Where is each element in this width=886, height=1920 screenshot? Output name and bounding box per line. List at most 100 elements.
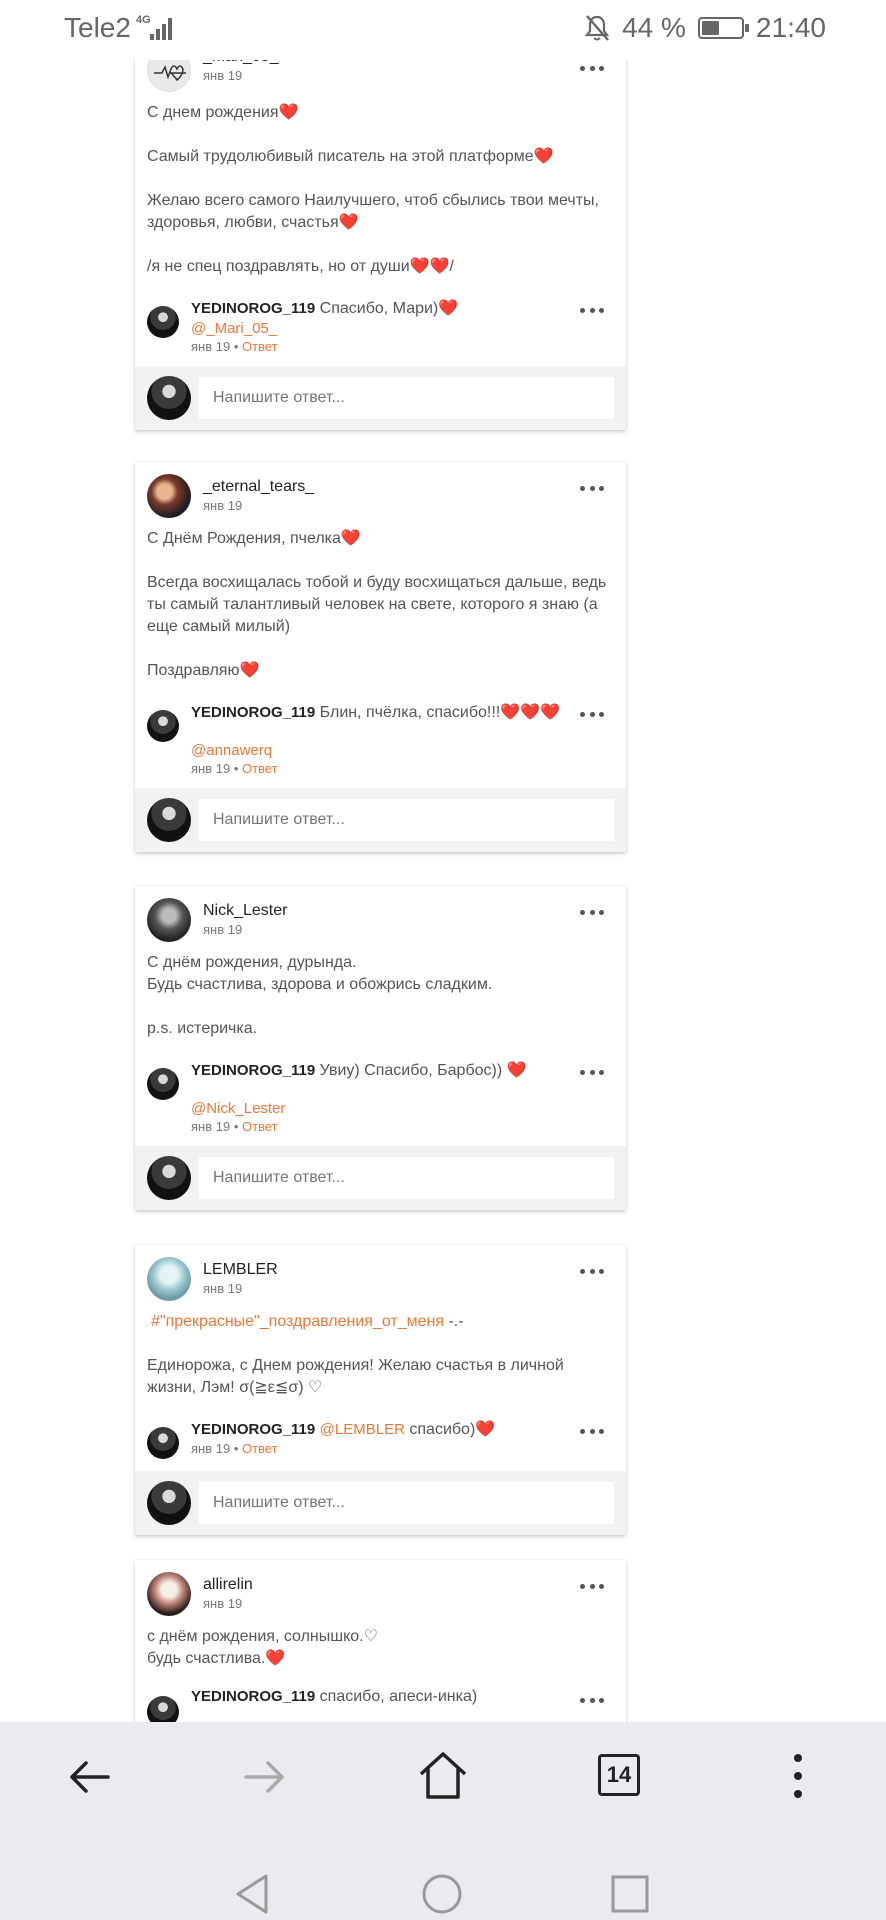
reply-date: янв 19 bbox=[191, 339, 231, 354]
reply-avatar[interactable] bbox=[147, 1068, 179, 1100]
system-back-icon[interactable] bbox=[232, 1872, 272, 1916]
reply-mention[interactable]: @Nick_Lester bbox=[191, 1100, 527, 1117]
reply-text: Блин, пчёлка, спасибо!!!❤️❤️❤️ bbox=[319, 704, 561, 721]
battery-icon bbox=[697, 17, 749, 39]
comment-text: С днем рождения❤️ Самый трудолюбивый пис… bbox=[147, 104, 599, 275]
system-home-icon[interactable] bbox=[420, 1872, 464, 1916]
home-icon[interactable] bbox=[417, 1750, 469, 1802]
current-user-avatar bbox=[147, 376, 191, 420]
author-name[interactable]: _eternal_tears_ bbox=[203, 478, 314, 496]
reply-mention[interactable]: @_Mari_05_ bbox=[191, 320, 458, 337]
more-options-icon[interactable] bbox=[580, 1582, 604, 1590]
comment-card: LEMBLER янв 19 #"прекрасные"_поздравлени… bbox=[135, 1245, 626, 1535]
author-avatar[interactable] bbox=[147, 1257, 191, 1301]
reply: YEDINOROG_119 Увиу) Спасибо, Барбос)) ❤️… bbox=[147, 1060, 612, 1134]
reply-avatar[interactable] bbox=[147, 1696, 179, 1722]
reply-author[interactable]: YEDINOROG_119 bbox=[191, 300, 315, 317]
comment-text: с днём рождения, солнышко.♡ будь счастли… bbox=[147, 1628, 378, 1667]
comment: Nick_Lester янв 19 С днём рождения, дуры… bbox=[135, 886, 626, 1134]
comment-date: янв 19 bbox=[203, 922, 243, 937]
reply-text: Увиу) Спасибо, Барбос)) ❤️ bbox=[319, 1062, 527, 1079]
reply-input[interactable] bbox=[199, 799, 614, 841]
comment-text: С днём рождения, дурында. Будь счастлива… bbox=[147, 954, 493, 1037]
system-recents-icon[interactable] bbox=[610, 1874, 650, 1914]
reply-composer bbox=[135, 366, 626, 430]
reply: YEDINOROG_119 спасибо, апеси-инка) bbox=[147, 1688, 612, 1722]
reply-text: Спасибо, Мари)❤️ bbox=[319, 300, 459, 317]
reply-mention[interactable]: @LEMBLER bbox=[320, 1421, 405, 1438]
reply-text: спасибо, апеси-инка) bbox=[319, 1688, 478, 1705]
author-name[interactable]: Nick_Lester bbox=[203, 902, 287, 920]
comment-card: Nick_Lester янв 19 С днём рождения, дуры… bbox=[135, 886, 626, 1210]
more-options-icon[interactable] bbox=[580, 1427, 604, 1435]
reply-author[interactable]: YEDINOROG_119 bbox=[191, 1688, 315, 1705]
reply: YEDINOROG_119 Блин, пчёлка, спасибо!!!❤️… bbox=[147, 702, 612, 776]
reply-avatar[interactable] bbox=[147, 306, 179, 338]
reply: YEDINOROG_119 Спасибо, Мари)❤️ @_Mari_05… bbox=[147, 298, 612, 354]
mute-bell-icon bbox=[584, 15, 610, 41]
hashtag-link[interactable]: #"прекрасные"_поздравления_от_меня bbox=[151, 1313, 444, 1330]
arrow-right-icon[interactable] bbox=[240, 1752, 290, 1802]
comment: _eternal_tears_ янв 19 С Днём Рождения, … bbox=[135, 462, 626, 776]
reply-mention[interactable]: @annawerq bbox=[191, 742, 560, 759]
comment: LEMBLER янв 19 #"прекрасные"_поздравлени… bbox=[135, 1245, 626, 1459]
more-options-icon[interactable] bbox=[580, 710, 604, 718]
network-type: 4G bbox=[136, 14, 151, 26]
reply-date: янв 19 bbox=[191, 1441, 231, 1456]
reply-input[interactable] bbox=[199, 1157, 614, 1199]
more-options-icon[interactable] bbox=[580, 484, 604, 492]
answer-link[interactable]: Ответ bbox=[242, 339, 278, 354]
reply-input[interactable] bbox=[199, 1482, 614, 1524]
more-options-icon[interactable] bbox=[580, 1267, 604, 1275]
answer-link[interactable]: Ответ bbox=[242, 761, 278, 776]
reply-input[interactable] bbox=[199, 377, 614, 419]
comment-text: С Днём Рождения, пчелка❤️ Всегда восхища… bbox=[147, 530, 607, 679]
comment-date: янв 19 bbox=[203, 68, 243, 83]
browser-toolbar: 14 bbox=[0, 1722, 886, 1920]
comment-date: янв 19 bbox=[203, 1281, 243, 1296]
reply-author[interactable]: YEDINOROG_119 bbox=[191, 704, 315, 721]
author-name[interactable]: LEMBLER bbox=[203, 1261, 278, 1279]
answer-link[interactable]: Ответ bbox=[242, 1441, 278, 1456]
battery-percent: 44 % bbox=[622, 12, 686, 43]
reply-composer bbox=[135, 1471, 626, 1535]
tabs-count: 14 bbox=[606, 1762, 632, 1787]
more-options-icon[interactable] bbox=[580, 1068, 604, 1076]
reply-date: янв 19 bbox=[191, 1119, 231, 1134]
comment: _Mari_05_ янв 19 С днем рождения❤️ Самый… bbox=[135, 44, 626, 354]
author-avatar[interactable] bbox=[147, 898, 191, 942]
reply-avatar[interactable] bbox=[147, 710, 179, 742]
reply-text: спасибо)❤️ bbox=[404, 1421, 496, 1438]
comment: allirelin янв 19 с днём рождения, солныш… bbox=[135, 1560, 626, 1722]
current-user-avatar bbox=[147, 1156, 191, 1200]
comment-card: _Mari_05_ янв 19 С днем рождения❤️ Самый… bbox=[135, 44, 626, 430]
current-user-avatar bbox=[147, 1481, 191, 1525]
comment-card: allirelin янв 19 с днём рождения, солныш… bbox=[135, 1560, 626, 1722]
reply-author[interactable]: YEDINOROG_119 bbox=[191, 1421, 315, 1438]
more-options-icon[interactable] bbox=[580, 64, 604, 72]
author-avatar[interactable] bbox=[147, 1572, 191, 1616]
comment-date: янв 19 bbox=[203, 1596, 243, 1611]
more-vertical-icon[interactable] bbox=[786, 1750, 810, 1802]
more-options-icon[interactable] bbox=[580, 306, 604, 314]
comment-card: _eternal_tears_ янв 19 С Днём Рождения, … bbox=[135, 462, 626, 852]
arrow-left-icon[interactable] bbox=[64, 1752, 114, 1802]
more-options-icon[interactable] bbox=[580, 908, 604, 916]
reply-author[interactable]: YEDINOROG_119 bbox=[191, 1062, 315, 1079]
comment-text: Единорожа, с Днем рождения! Желаю счасть… bbox=[147, 1357, 564, 1396]
reply-avatar[interactable] bbox=[147, 1427, 179, 1459]
tabs-count-button[interactable]: 14 bbox=[598, 1754, 640, 1796]
author-avatar[interactable] bbox=[147, 474, 191, 518]
reply-composer bbox=[135, 788, 626, 852]
reply-date: янв 19 bbox=[191, 761, 231, 776]
hashtag-suffix: -.- bbox=[444, 1313, 464, 1330]
comment-date: янв 19 bbox=[203, 498, 243, 513]
more-options-icon[interactable] bbox=[580, 1696, 604, 1704]
signal-icon bbox=[150, 18, 172, 40]
comment-text: #"прекрасные"_поздравления_от_меня -.- bbox=[147, 1311, 612, 1333]
answer-link[interactable]: Ответ bbox=[242, 1119, 278, 1134]
author-name[interactable]: allirelin bbox=[203, 1576, 253, 1594]
clock: 21:40 bbox=[755, 12, 826, 43]
status-bar: Tele2 4G 44 % 21:40 bbox=[0, 0, 886, 60]
comment-feed: _Mari_05_ янв 19 С днем рождения❤️ Самый… bbox=[0, 0, 886, 1722]
